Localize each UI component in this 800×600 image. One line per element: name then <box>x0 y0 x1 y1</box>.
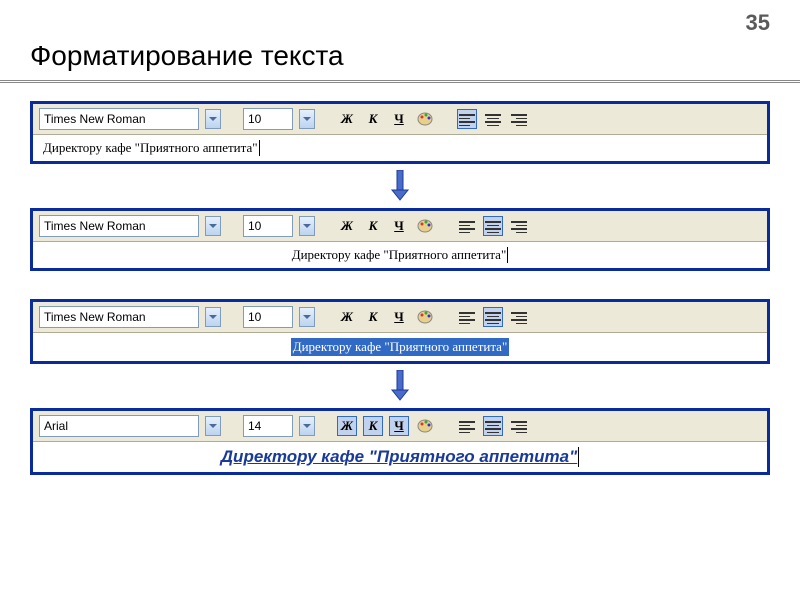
font-select[interactable]: Times New Roman <box>39 306 199 328</box>
color-button[interactable] <box>415 416 435 436</box>
chevron-down-icon <box>209 117 217 121</box>
underline-button[interactable]: Ч <box>389 216 409 236</box>
document-text-selected[interactable]: Директору кафе "Приятного аппетита" <box>291 338 510 356</box>
align-right-icon <box>511 419 527 433</box>
toolbar: Times New Roman 10 Ж К Ч <box>33 211 767 242</box>
align-center-button[interactable] <box>483 416 503 436</box>
align-center-button[interactable] <box>483 216 503 236</box>
chevron-down-icon <box>303 224 311 228</box>
align-left-icon <box>459 310 475 324</box>
font-dropdown-btn[interactable] <box>205 416 221 436</box>
align-left-button[interactable] <box>457 416 477 436</box>
italic-button[interactable]: К <box>363 307 383 327</box>
align-left-button[interactable] <box>457 216 477 236</box>
palette-icon <box>416 110 434 128</box>
bold-button[interactable]: Ж <box>337 416 357 436</box>
document-text-formatted[interactable]: Директору кафе "Приятного аппетита" <box>221 447 579 467</box>
align-left-icon <box>459 112 475 126</box>
align-center-button[interactable] <box>483 307 503 327</box>
font-value: Times New Roman <box>44 310 146 324</box>
size-value: 10 <box>248 112 261 126</box>
bold-button[interactable]: Ж <box>337 216 357 236</box>
align-right-button[interactable] <box>509 307 529 327</box>
underline-button[interactable]: Ч <box>389 416 409 436</box>
size-select[interactable]: 10 <box>243 108 293 130</box>
toolbar: Times New Roman 10 Ж К Ч <box>33 104 767 135</box>
font-select[interactable]: Arial <box>39 415 199 437</box>
font-value: Arial <box>44 419 68 433</box>
align-right-button[interactable] <box>509 216 529 236</box>
size-dropdown-btn[interactable] <box>299 416 315 436</box>
bold-button[interactable]: Ж <box>337 307 357 327</box>
color-button[interactable] <box>415 216 435 236</box>
font-value: Times New Roman <box>44 112 146 126</box>
document-text[interactable]: Директору кафе "Приятного аппетита" <box>43 140 260 156</box>
italic-button[interactable]: К <box>363 109 383 129</box>
slide-title: Форматирование текста <box>0 0 800 83</box>
align-right-icon <box>511 310 527 324</box>
palette-icon <box>416 417 434 435</box>
align-center-icon <box>485 310 501 324</box>
arrow-down <box>30 370 770 402</box>
align-center-icon <box>485 419 501 433</box>
chevron-down-icon <box>209 224 217 228</box>
font-select[interactable]: Times New Roman <box>39 108 199 130</box>
align-left-icon <box>459 219 475 233</box>
font-dropdown-btn[interactable] <box>205 216 221 236</box>
page-number: 35 <box>746 10 770 36</box>
chevron-down-icon <box>303 424 311 428</box>
size-dropdown-btn[interactable] <box>299 307 315 327</box>
palette-icon <box>416 308 434 326</box>
align-center-icon <box>485 112 501 126</box>
bold-button[interactable]: Ж <box>337 109 357 129</box>
align-left-button[interactable] <box>457 307 477 327</box>
document-text[interactable]: Директору кафе "Приятного аппетита" <box>292 247 509 263</box>
font-value: Times New Roman <box>44 219 146 233</box>
size-value: 10 <box>248 219 261 233</box>
font-dropdown-btn[interactable] <box>205 109 221 129</box>
size-select[interactable]: 10 <box>243 215 293 237</box>
size-dropdown-btn[interactable] <box>299 109 315 129</box>
size-select[interactable]: 14 <box>243 415 293 437</box>
size-value: 10 <box>248 310 261 324</box>
chevron-down-icon <box>303 315 311 319</box>
text-content-row: Директору кафе "Приятного аппетита" <box>33 135 767 161</box>
size-value: 14 <box>248 419 261 433</box>
palette-icon <box>416 217 434 235</box>
panels-container: Times New Roman 10 Ж К Ч Директору кафе … <box>0 101 800 475</box>
text-content-row: Директору кафе "Приятного аппетита" <box>33 333 767 361</box>
font-select[interactable]: Times New Roman <box>39 215 199 237</box>
italic-button[interactable]: К <box>363 216 383 236</box>
toolbar: Times New Roman 10 Ж К Ч <box>33 302 767 333</box>
chevron-down-icon <box>303 117 311 121</box>
font-dropdown-btn[interactable] <box>205 307 221 327</box>
text-content-row: Директору кафе "Приятного аппетита" <box>33 242 767 268</box>
color-button[interactable] <box>415 109 435 129</box>
align-right-button[interactable] <box>509 416 529 436</box>
panel-3: Times New Roman 10 Ж К Ч Директору кафе … <box>30 299 770 364</box>
panel-4: Arial 14 Ж К Ч Директору кафе "Приятного… <box>30 408 770 475</box>
align-right-button[interactable] <box>509 109 529 129</box>
underline-button[interactable]: Ч <box>389 307 409 327</box>
underline-button[interactable]: Ч <box>389 109 409 129</box>
panel-1: Times New Roman 10 Ж К Ч Директору кафе … <box>30 101 770 164</box>
toolbar: Arial 14 Ж К Ч <box>33 411 767 442</box>
italic-button[interactable]: К <box>363 416 383 436</box>
align-center-button[interactable] <box>483 109 503 129</box>
text-content-row: Директору кафе "Приятного аппетита" <box>33 442 767 472</box>
align-right-icon <box>511 219 527 233</box>
align-left-button[interactable] <box>457 109 477 129</box>
align-left-icon <box>459 419 475 433</box>
size-select[interactable]: 10 <box>243 306 293 328</box>
arrow-down <box>30 170 770 202</box>
align-center-icon <box>485 219 501 233</box>
panel-2: Times New Roman 10 Ж К Ч Директору кафе … <box>30 208 770 271</box>
size-dropdown-btn[interactable] <box>299 216 315 236</box>
chevron-down-icon <box>209 424 217 428</box>
align-right-icon <box>511 112 527 126</box>
chevron-down-icon <box>209 315 217 319</box>
color-button[interactable] <box>415 307 435 327</box>
